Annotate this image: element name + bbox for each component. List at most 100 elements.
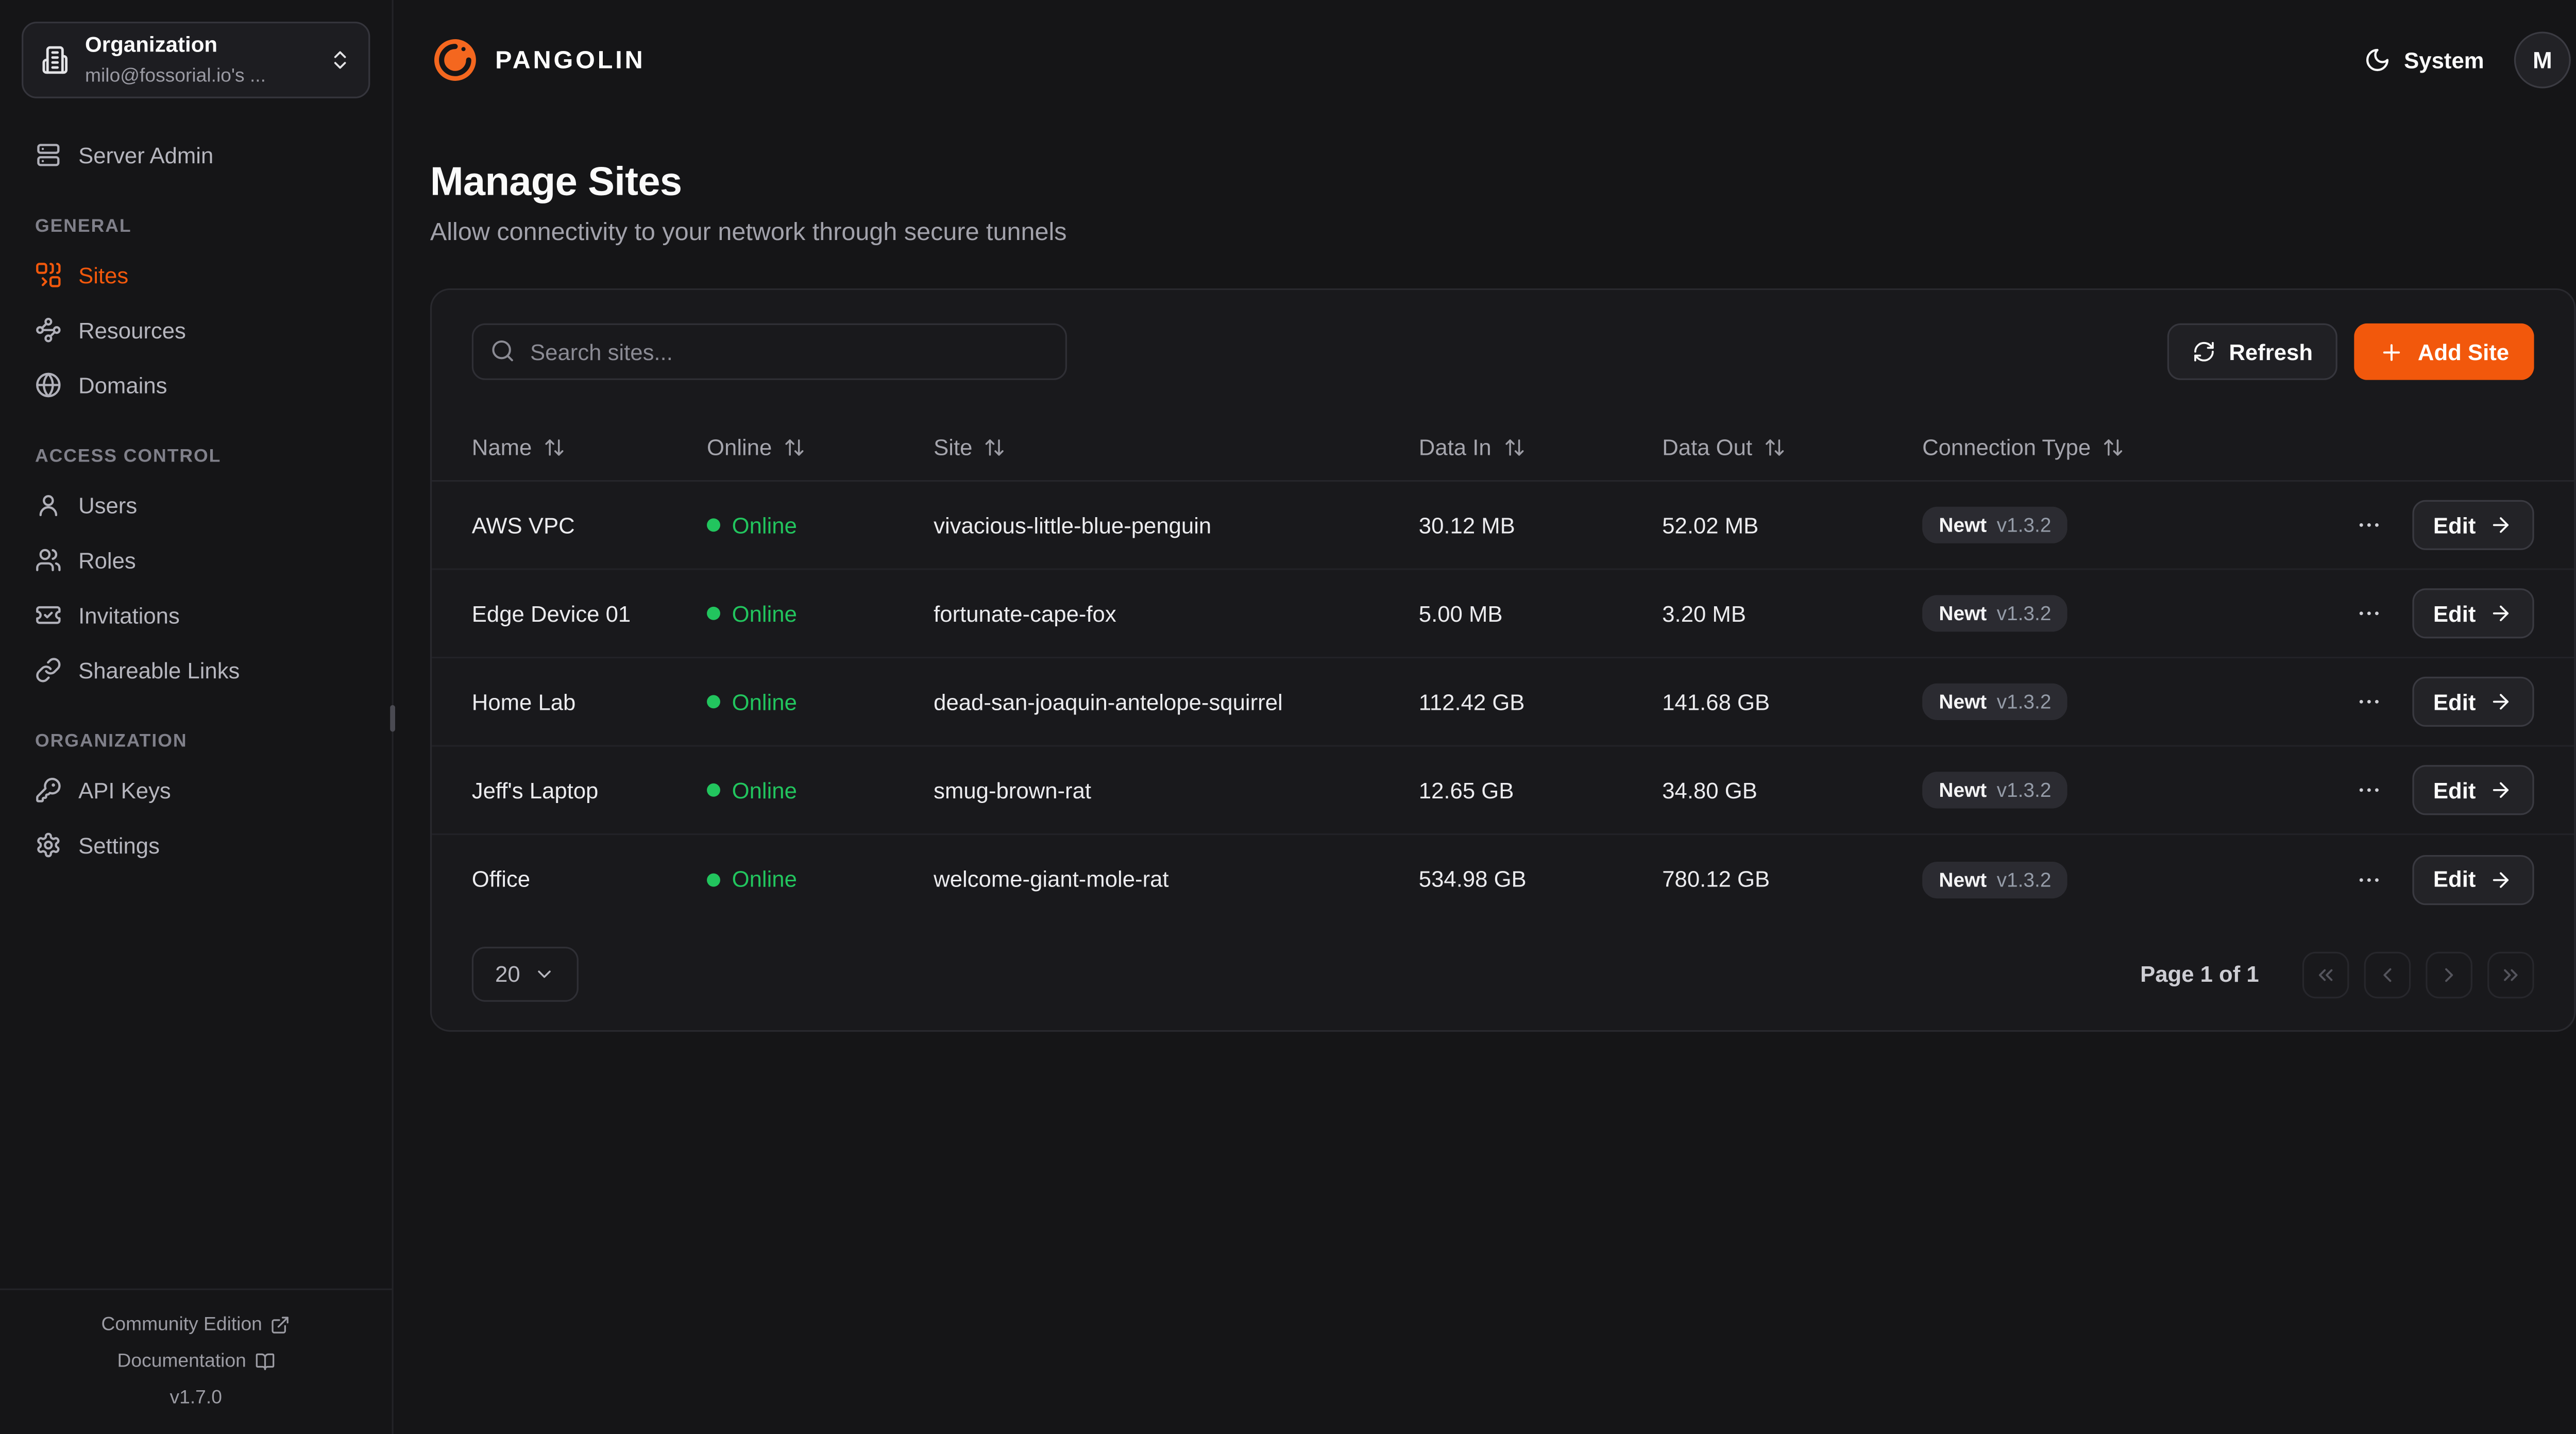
sort-icon bbox=[784, 436, 805, 457]
search-input[interactable] bbox=[472, 323, 1067, 380]
site-name: Edge Device 01 bbox=[472, 601, 707, 626]
data-out-value: 34.80 GB bbox=[1662, 778, 1922, 803]
table-row: Home Lab Online dead-san-joaquin-antelop… bbox=[432, 658, 2574, 747]
org-selector[interactable]: Organization milo@fossorial.io's ... bbox=[22, 22, 370, 98]
site-name: Home Lab bbox=[472, 689, 707, 714]
sidebar-item-invitations[interactable]: Invitations bbox=[22, 588, 370, 642]
link-icon bbox=[35, 657, 62, 684]
sidebar-item-label: Domains bbox=[78, 372, 167, 398]
data-in-value: 30.12 MB bbox=[1419, 513, 1662, 538]
data-out-value: 141.68 GB bbox=[1662, 689, 1922, 714]
ellipsis-icon bbox=[2355, 600, 2382, 627]
sidebar-item-settings[interactable]: Settings bbox=[22, 818, 370, 872]
site-name: Office bbox=[472, 867, 707, 892]
documentation-link[interactable]: Documentation bbox=[0, 1343, 392, 1380]
site-slug: welcome-giant-mole-rat bbox=[934, 867, 1419, 892]
refresh-icon bbox=[2192, 340, 2215, 363]
community-edition-link[interactable]: Community Edition bbox=[0, 1307, 392, 1343]
topbar: PANGOLIN System M bbox=[394, 0, 2576, 120]
next-page-button[interactable] bbox=[2426, 951, 2472, 998]
online-status: Online bbox=[707, 778, 934, 803]
chevrons-left-icon bbox=[2314, 963, 2337, 986]
previous-page-button[interactable] bbox=[2364, 951, 2411, 998]
sidebar-item-label: Sites bbox=[78, 263, 128, 288]
avatar[interactable]: M bbox=[2514, 31, 2571, 88]
sidebar-resize-handle[interactable] bbox=[390, 705, 395, 732]
chevron-left-icon bbox=[2376, 963, 2399, 986]
online-dot-icon bbox=[707, 873, 720, 886]
sidebar-item-domains[interactable]: Domains bbox=[22, 358, 370, 412]
sidebar-item-resources[interactable]: Resources bbox=[22, 303, 370, 357]
sites-table-body: AWS VPC Online vivacious-little-blue-pen… bbox=[432, 482, 2574, 924]
ellipsis-icon bbox=[2355, 777, 2382, 804]
sidebar-item-label: Resources bbox=[78, 317, 186, 343]
arrow-right-icon bbox=[2489, 778, 2512, 801]
column-header-name[interactable]: Name bbox=[472, 434, 707, 459]
row-menu-button[interactable] bbox=[2348, 682, 2388, 722]
app-version: v1.7.0 bbox=[0, 1380, 392, 1416]
sidebar-item-server-admin[interactable]: Server Admin bbox=[22, 128, 370, 182]
row-menu-button[interactable] bbox=[2348, 505, 2388, 545]
first-page-button[interactable] bbox=[2302, 951, 2349, 998]
theme-toggle[interactable]: System bbox=[2364, 47, 2484, 74]
last-page-button[interactable] bbox=[2487, 951, 2534, 998]
sidebar-section-organization: ORGANIZATION bbox=[22, 732, 370, 752]
ellipsis-icon bbox=[2355, 688, 2382, 715]
card-footer: 20 Page 1 of 1 bbox=[432, 924, 2574, 1030]
sort-icon bbox=[544, 436, 565, 457]
server-icon bbox=[35, 142, 62, 168]
page-size-select[interactable]: 20 bbox=[472, 947, 579, 1002]
sidebar-item-label: Shareable Links bbox=[78, 658, 240, 683]
table-header-row: Name Online Site Data In bbox=[432, 414, 2574, 482]
book-open-icon bbox=[255, 1352, 275, 1372]
sites-table: Name Online Site Data In bbox=[432, 414, 2574, 924]
connection-type-badge: Newt v1.3.2 bbox=[1922, 595, 2068, 631]
main-area: PANGOLIN System M Manage Sites Allow con… bbox=[394, 0, 2576, 1434]
add-site-button[interactable]: Add Site bbox=[2354, 323, 2534, 380]
sidebar-item-users[interactable]: Users bbox=[22, 479, 370, 532]
table-row: Office Online welcome-giant-mole-rat 534… bbox=[432, 835, 2574, 924]
waypoints-icon bbox=[35, 317, 62, 344]
connection-type-badge: Newt v1.3.2 bbox=[1922, 861, 2068, 897]
table-row: Edge Device 01 Online fortunate-cape-fox… bbox=[432, 570, 2574, 659]
connection-type-badge: Newt v1.3.2 bbox=[1922, 507, 2068, 543]
sidebar-item-label: Settings bbox=[78, 832, 160, 858]
refresh-button[interactable]: Refresh bbox=[2167, 323, 2338, 380]
sidebar-item-label: Server Admin bbox=[78, 143, 213, 168]
column-header-site[interactable]: Site bbox=[934, 434, 1419, 459]
row-menu-button[interactable] bbox=[2348, 770, 2388, 810]
combine-icon bbox=[35, 262, 62, 288]
building-icon bbox=[40, 45, 70, 75]
sidebar-item-roles[interactable]: Roles bbox=[22, 534, 370, 587]
edit-button[interactable]: Edit bbox=[2412, 500, 2534, 550]
site-name: AWS VPC bbox=[472, 513, 707, 538]
sidebar-item-label: API Keys bbox=[78, 778, 171, 803]
column-header-connection-type[interactable]: Connection Type bbox=[1922, 434, 2301, 459]
key-icon bbox=[35, 777, 62, 804]
edit-button[interactable]: Edit bbox=[2412, 854, 2534, 904]
ticket-check-icon bbox=[35, 602, 62, 628]
data-out-value: 780.12 GB bbox=[1662, 867, 1922, 892]
sort-icon bbox=[2103, 436, 2124, 457]
edit-button[interactable]: Edit bbox=[2412, 677, 2534, 727]
arrow-right-icon bbox=[2489, 690, 2512, 713]
edit-button[interactable]: Edit bbox=[2412, 588, 2534, 638]
chevron-right-icon bbox=[2437, 963, 2461, 986]
sidebar-item-sites[interactable]: Sites bbox=[22, 248, 370, 302]
column-header-online[interactable]: Online bbox=[707, 434, 934, 459]
org-selector-subtitle: milo@fossorial.io's ... bbox=[85, 66, 266, 87]
row-menu-button[interactable] bbox=[2348, 859, 2388, 899]
site-name: Jeff's Laptop bbox=[472, 778, 707, 803]
connection-type-badge: Newt v1.3.2 bbox=[1922, 684, 2068, 720]
row-menu-button[interactable] bbox=[2348, 593, 2388, 634]
edit-button[interactable]: Edit bbox=[2412, 765, 2534, 815]
online-status: Online bbox=[707, 601, 934, 626]
column-header-data-in[interactable]: Data In bbox=[1419, 434, 1662, 459]
online-status: Online bbox=[707, 689, 934, 714]
sidebar-item-shareable-links[interactable]: Shareable Links bbox=[22, 643, 370, 697]
column-header-data-out[interactable]: Data Out bbox=[1662, 434, 1922, 459]
data-in-value: 5.00 MB bbox=[1419, 601, 1662, 626]
plus-icon bbox=[2379, 339, 2404, 365]
sidebar-item-api-keys[interactable]: API Keys bbox=[22, 763, 370, 817]
online-dot-icon bbox=[707, 607, 720, 620]
